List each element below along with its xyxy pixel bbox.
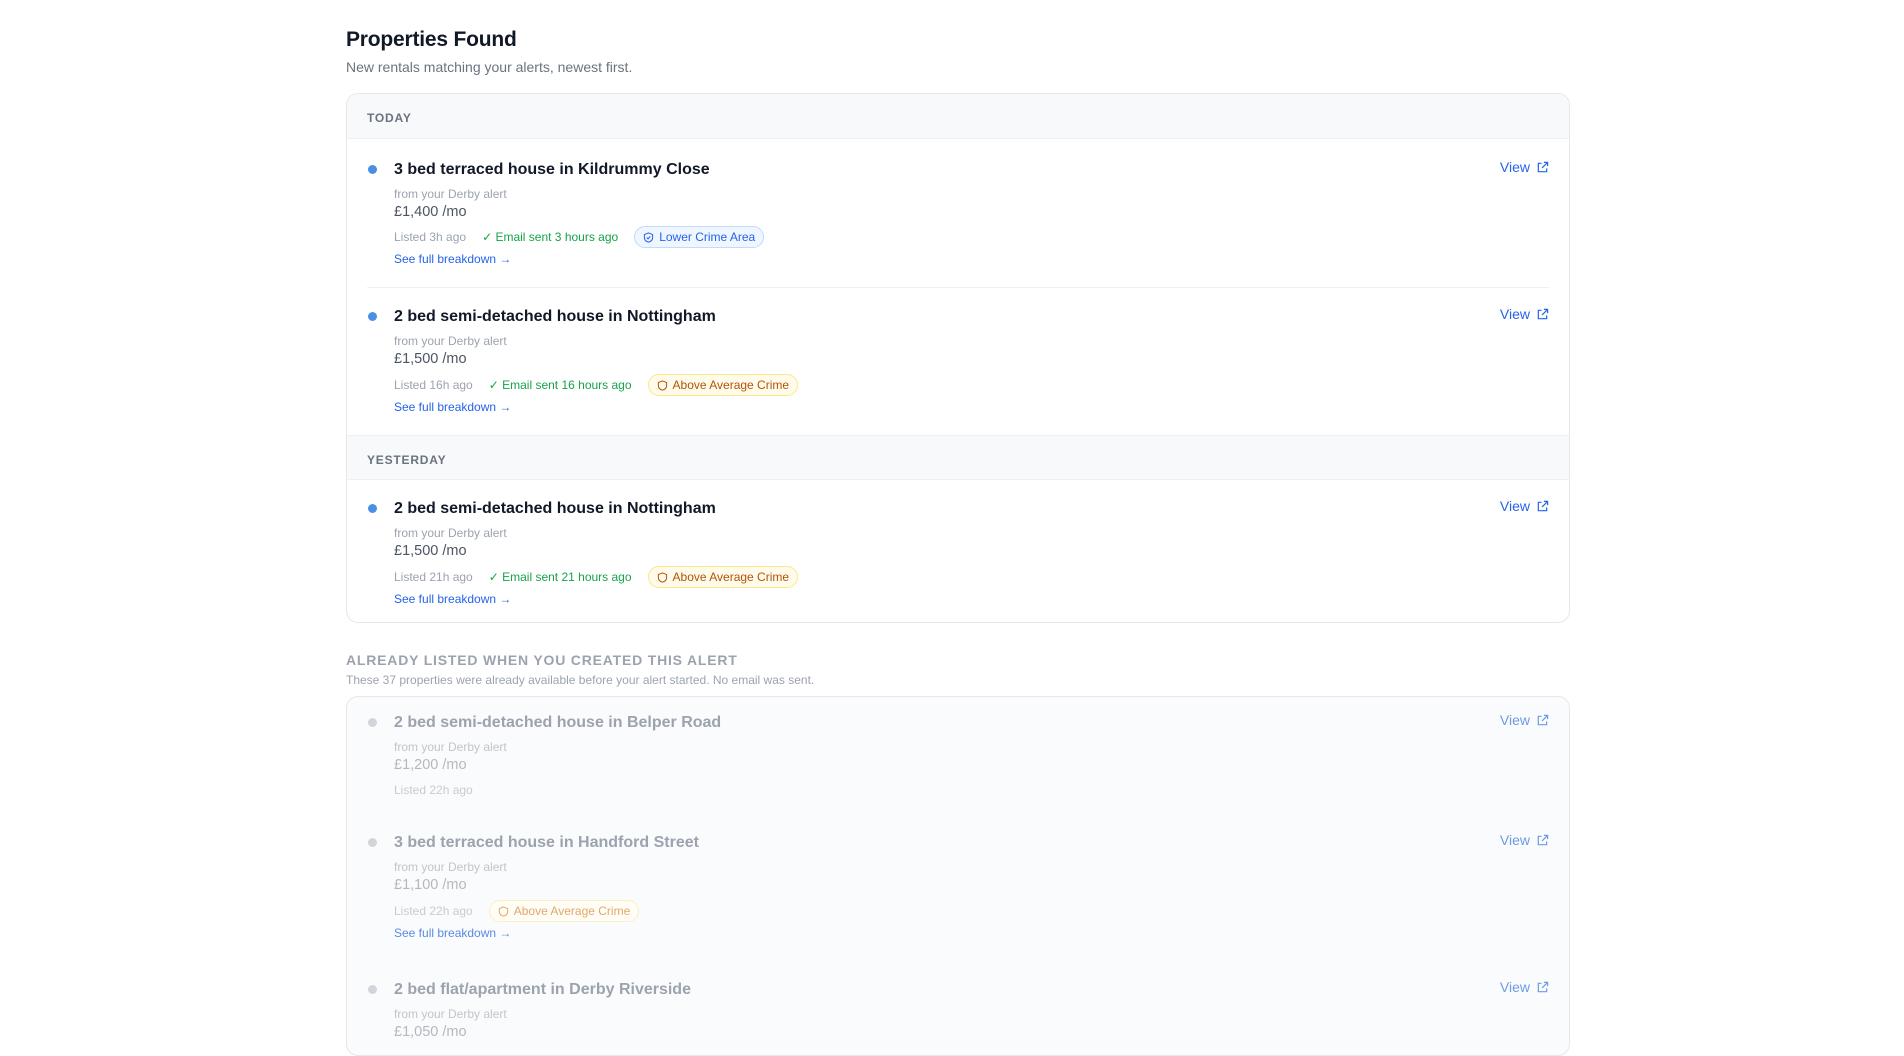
crime-badge-label: Above Average Crime — [513, 904, 631, 918]
see-full-breakdown-link[interactable]: See full breakdown → — [394, 252, 511, 266]
crime-badge-label: Above Average Crime — [672, 570, 790, 584]
shield-icon — [657, 571, 667, 583]
property-price: £1,500 /mo — [394, 351, 467, 367]
external-link-icon — [1537, 500, 1549, 511]
group-header-yesterday: YESTERDAY — [347, 435, 1569, 480]
page-title: Properties Found — [346, 28, 517, 51]
property-source: from your Derby alert — [394, 740, 507, 754]
view-label: View — [1499, 712, 1530, 728]
property-title[interactable]: 2 bed semi-detached house in Belper Road — [394, 714, 721, 732]
external-link-icon — [1537, 308, 1549, 319]
new-indicator-dot — [368, 165, 377, 174]
crime-badge: Above Average Crime — [647, 374, 799, 396]
email-sent-status: ✓ Email sent 16 hours ago — [488, 378, 632, 392]
property-price: £1,100 /mo — [394, 877, 467, 893]
property-row: 2 bed semi-detached house in Nottingham … — [347, 288, 1569, 435]
view-listing-link[interactable]: View — [1500, 498, 1549, 514]
listed-indicator-dot — [368, 838, 377, 847]
listed-time: Listed 3h ago — [394, 230, 467, 244]
property-title[interactable]: 2 bed flat/apartment in Derby Riverside — [394, 981, 691, 999]
already-listed-subtitle: These 37 properties were already availab… — [346, 673, 815, 687]
group-header-today: TODAY — [347, 94, 1569, 139]
see-full-breakdown-link[interactable]: See full breakdown → — [394, 592, 511, 606]
external-link-icon — [1537, 834, 1549, 845]
view-listing-link[interactable]: View — [1500, 712, 1549, 728]
listed-time: Listed 22h ago — [394, 783, 473, 797]
property-meta: Listed 22h ago — [394, 779, 473, 801]
new-properties-card: TODAY 3 bed terraced house in Kildrummy … — [346, 93, 1570, 623]
view-label: View — [1499, 159, 1530, 175]
property-title[interactable]: 2 bed semi-detached house in Nottingham — [394, 500, 716, 518]
property-meta: Listed 16h ago ✓ Email sent 16 hours ago… — [394, 374, 799, 396]
listed-indicator-dot — [368, 985, 377, 994]
crime-badge-label: Lower Crime Area — [659, 230, 756, 244]
property-title[interactable]: 2 bed semi-detached house in Nottingham — [394, 308, 716, 326]
page-subtitle: New rentals matching your alerts, newest… — [346, 59, 633, 75]
view-label: View — [1499, 832, 1530, 848]
view-label: View — [1499, 306, 1530, 322]
shield-check-icon — [644, 231, 654, 243]
property-row: 3 bed terraced house in Handford Street … — [347, 817, 1569, 963]
property-title[interactable]: 3 bed terraced house in Kildrummy Close — [394, 161, 710, 179]
external-link-icon — [1537, 981, 1549, 992]
view-listing-link[interactable]: View — [1500, 159, 1549, 175]
property-price: £1,400 /mo — [394, 204, 467, 220]
view-listing-link[interactable]: View — [1500, 306, 1549, 322]
property-row: 2 bed flat/apartment in Derby Riverside … — [347, 963, 1569, 1055]
see-full-breakdown-link[interactable]: See full breakdown → — [394, 926, 511, 940]
property-price: £1,500 /mo — [394, 543, 467, 559]
see-full-breakdown-link[interactable]: See full breakdown → — [394, 400, 511, 414]
view-listing-link[interactable]: View — [1500, 979, 1549, 995]
property-meta: Listed 21h ago ✓ Email sent 21 hours ago… — [394, 566, 799, 588]
crime-badge: Lower Crime Area — [634, 226, 765, 248]
property-meta: Listed 3h ago ✓ Email sent 3 hours ago L… — [394, 226, 765, 248]
external-link-icon — [1537, 714, 1549, 725]
crime-badge-label: Above Average Crime — [672, 378, 790, 392]
property-source: from your Derby alert — [394, 1007, 507, 1021]
listed-time: Listed 16h ago — [394, 378, 473, 392]
already-listed-heading: ALREADY LISTED WHEN YOU CREATED THIS ALE… — [346, 652, 738, 668]
property-title[interactable]: 3 bed terraced house in Handford Street — [394, 834, 699, 852]
property-source: from your Derby alert — [394, 187, 507, 201]
property-price: £1,050 /mo — [394, 1024, 467, 1040]
property-source: from your Derby alert — [394, 526, 507, 540]
property-source: from your Derby alert — [394, 334, 507, 348]
property-row: 3 bed terraced house in Kildrummy Close … — [347, 139, 1569, 288]
already-listed-card: 2 bed semi-detached house in Belper Road… — [346, 696, 1570, 1056]
property-source: from your Derby alert — [394, 860, 507, 874]
email-sent-status: ✓ Email sent 3 hours ago — [482, 230, 619, 244]
new-indicator-dot — [368, 504, 377, 513]
view-label: View — [1499, 498, 1530, 514]
view-listing-link[interactable]: View — [1500, 832, 1549, 848]
shield-icon — [657, 379, 667, 391]
property-meta: Listed 22h ago Above Average Crime — [394, 900, 640, 922]
property-price: £1,200 /mo — [394, 757, 467, 773]
external-link-icon — [1537, 161, 1549, 172]
crime-badge: Above Average Crime — [488, 900, 640, 922]
crime-badge: Above Average Crime — [647, 566, 799, 588]
shield-icon — [498, 905, 508, 917]
listed-time: Listed 21h ago — [394, 570, 473, 584]
new-indicator-dot — [368, 312, 377, 321]
view-label: View — [1499, 979, 1530, 995]
property-row: 2 bed semi-detached house in Nottingham … — [347, 480, 1569, 622]
listed-time: Listed 22h ago — [394, 904, 473, 918]
property-row: 2 bed semi-detached house in Belper Road… — [347, 697, 1569, 817]
listed-indicator-dot — [368, 718, 377, 727]
email-sent-status: ✓ Email sent 21 hours ago — [488, 570, 632, 584]
